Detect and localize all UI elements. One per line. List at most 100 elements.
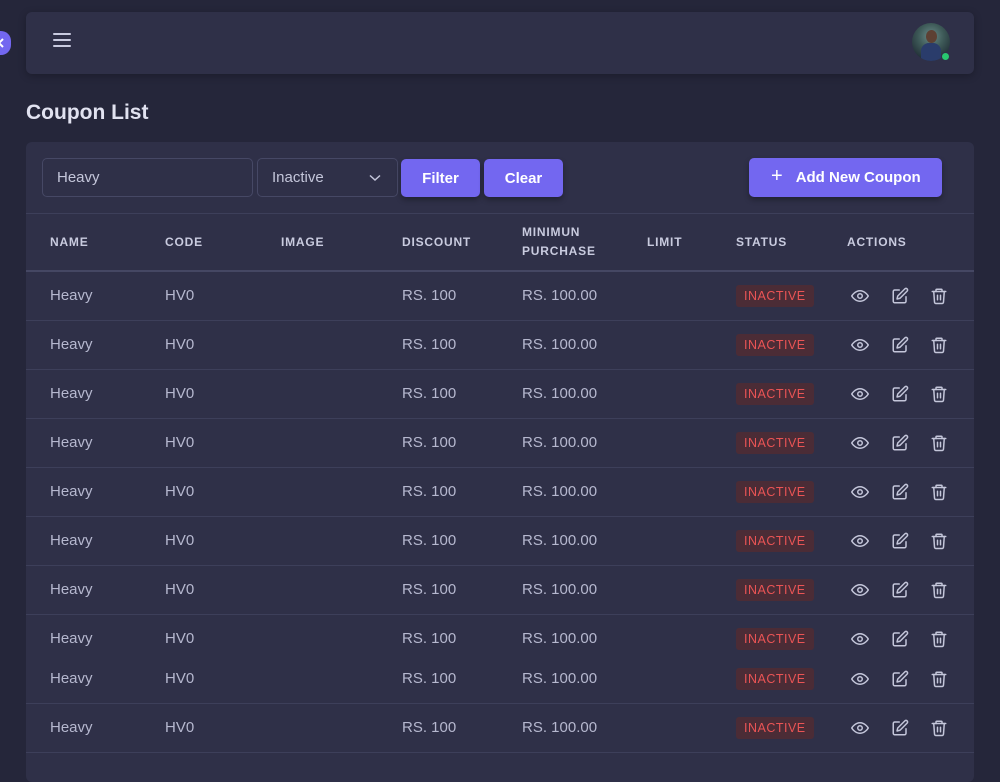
table-header: NAME CODE IMAGE DISCOUNT MINIMUN PURCHAS…: [26, 213, 974, 272]
delete-icon[interactable]: [930, 719, 948, 737]
edit-icon[interactable]: [891, 719, 909, 737]
status-badge: INACTIVE: [736, 579, 814, 601]
edit-icon[interactable]: [891, 434, 909, 452]
cell-min-purchase: RS. 100.00: [522, 719, 598, 736]
view-icon[interactable]: [851, 434, 869, 452]
column-header-name: NAME: [50, 235, 89, 249]
cell-code: HV0: [165, 670, 195, 687]
chevron-down-icon: [369, 174, 381, 181]
clear-button[interactable]: Clear: [484, 159, 563, 197]
delete-icon[interactable]: [930, 532, 948, 550]
hamburger-menu-icon[interactable]: [53, 33, 71, 51]
cell-min-purchase: RS. 100.00: [522, 532, 598, 549]
cell-min-purchase: RS. 100.00: [522, 434, 598, 451]
cell-min-purchase: RS. 100.00: [522, 581, 598, 598]
cell-name: Heavy: [50, 287, 93, 304]
cell-code: HV0: [165, 581, 195, 598]
status-select[interactable]: Inactive: [257, 158, 398, 197]
cell-code: HV0: [165, 532, 195, 549]
status-badge: INACTIVE: [736, 481, 814, 503]
coupon-table-card: Inactive Filter Clear + Add New Coupon N…: [26, 142, 974, 782]
cell-min-purchase: RS. 100.00: [522, 670, 598, 687]
delete-icon[interactable]: [930, 336, 948, 354]
search-input[interactable]: [42, 158, 253, 197]
column-header-discount: DISCOUNT: [402, 235, 472, 249]
cell-discount: RS. 100: [402, 581, 457, 598]
page-title: Coupon List: [26, 101, 149, 124]
view-icon[interactable]: [851, 719, 869, 737]
delete-icon[interactable]: [930, 483, 948, 501]
view-icon[interactable]: [851, 532, 869, 550]
column-header-actions: ACTIONS: [847, 235, 907, 249]
edit-icon[interactable]: [891, 385, 909, 403]
cell-code: HV0: [165, 434, 195, 451]
plus-icon: +: [771, 165, 783, 187]
cell-name: Heavy: [50, 336, 93, 353]
cell-min-purchase: RS. 100.00: [522, 483, 598, 500]
cell-name: Heavy: [50, 385, 93, 402]
delete-icon[interactable]: [930, 287, 948, 305]
table-row: Heavy HV0 RS. 100 RS. 100.00 INACTIVE: [26, 272, 974, 321]
filter-button[interactable]: Filter: [401, 159, 480, 197]
status-select-value: Inactive: [272, 169, 324, 186]
table-row: Heavy HV0 RS. 100 RS. 100.00 INACTIVE: [26, 704, 974, 753]
view-icon[interactable]: [851, 581, 869, 599]
table-row: Heavy HV0 RS. 100 RS. 100.00 INACTIVE: [26, 615, 974, 655]
view-icon[interactable]: [851, 336, 869, 354]
status-badge: INACTIVE: [736, 432, 814, 454]
status-badge: INACTIVE: [736, 334, 814, 356]
status-badge: INACTIVE: [736, 285, 814, 307]
table-row: Heavy HV0 RS. 100 RS. 100.00 INACTIVE: [26, 370, 974, 419]
edit-icon[interactable]: [891, 483, 909, 501]
filter-toolbar: Inactive Filter Clear + Add New Coupon: [26, 142, 974, 213]
edit-icon[interactable]: [891, 581, 909, 599]
view-icon[interactable]: [851, 483, 869, 501]
edit-icon[interactable]: [891, 287, 909, 305]
cell-min-purchase: RS. 100.00: [522, 385, 598, 402]
table-row: Heavy HV0 RS. 100 RS. 100.00 INACTIVE: [26, 419, 974, 468]
column-header-status: STATUS: [736, 235, 788, 249]
edit-icon[interactable]: [891, 670, 909, 688]
cell-discount: RS. 100: [402, 719, 457, 736]
table-row: Heavy HV0 RS. 100 RS. 100.00 INACTIVE: [26, 517, 974, 566]
status-badge: INACTIVE: [736, 628, 814, 650]
delete-icon[interactable]: [930, 670, 948, 688]
cell-discount: RS. 100: [402, 385, 457, 402]
column-header-limit: LIMIT: [647, 235, 683, 249]
delete-icon[interactable]: [930, 630, 948, 648]
cell-discount: RS. 100: [402, 434, 457, 451]
cell-code: HV0: [165, 630, 195, 647]
edit-icon[interactable]: [891, 630, 909, 648]
cell-name: Heavy: [50, 581, 93, 598]
delete-icon[interactable]: [930, 581, 948, 599]
cell-discount: RS. 100: [402, 670, 457, 687]
cell-name: Heavy: [50, 719, 93, 736]
cell-code: HV0: [165, 287, 195, 304]
cell-code: HV0: [165, 483, 195, 500]
table-row: Heavy HV0 RS. 100 RS. 100.00 INACTIVE: [26, 468, 974, 517]
delete-icon[interactable]: [930, 385, 948, 403]
cell-name: Heavy: [50, 532, 93, 549]
cell-name: Heavy: [50, 434, 93, 451]
cell-discount: RS. 100: [402, 630, 457, 647]
online-status-dot: [941, 52, 950, 61]
user-avatar[interactable]: [912, 23, 952, 63]
chevron-left-icon: [0, 38, 4, 48]
add-new-coupon-button[interactable]: + Add New Coupon: [749, 158, 942, 197]
edit-icon[interactable]: [891, 532, 909, 550]
table-row: Heavy HV0 RS. 100 RS. 100.00 INACTIVE: [26, 321, 974, 370]
column-header-code: CODE: [165, 235, 203, 249]
delete-icon[interactable]: [930, 434, 948, 452]
view-icon[interactable]: [851, 670, 869, 688]
cell-code: HV0: [165, 336, 195, 353]
view-icon[interactable]: [851, 287, 869, 305]
cell-name: Heavy: [50, 630, 93, 647]
cell-discount: RS. 100: [402, 336, 457, 353]
sidebar-collapse-button[interactable]: [0, 31, 11, 55]
view-icon[interactable]: [851, 630, 869, 648]
cell-code: HV0: [165, 385, 195, 402]
cell-discount: RS. 100: [402, 483, 457, 500]
cell-discount: RS. 100: [402, 287, 457, 304]
edit-icon[interactable]: [891, 336, 909, 354]
view-icon[interactable]: [851, 385, 869, 403]
